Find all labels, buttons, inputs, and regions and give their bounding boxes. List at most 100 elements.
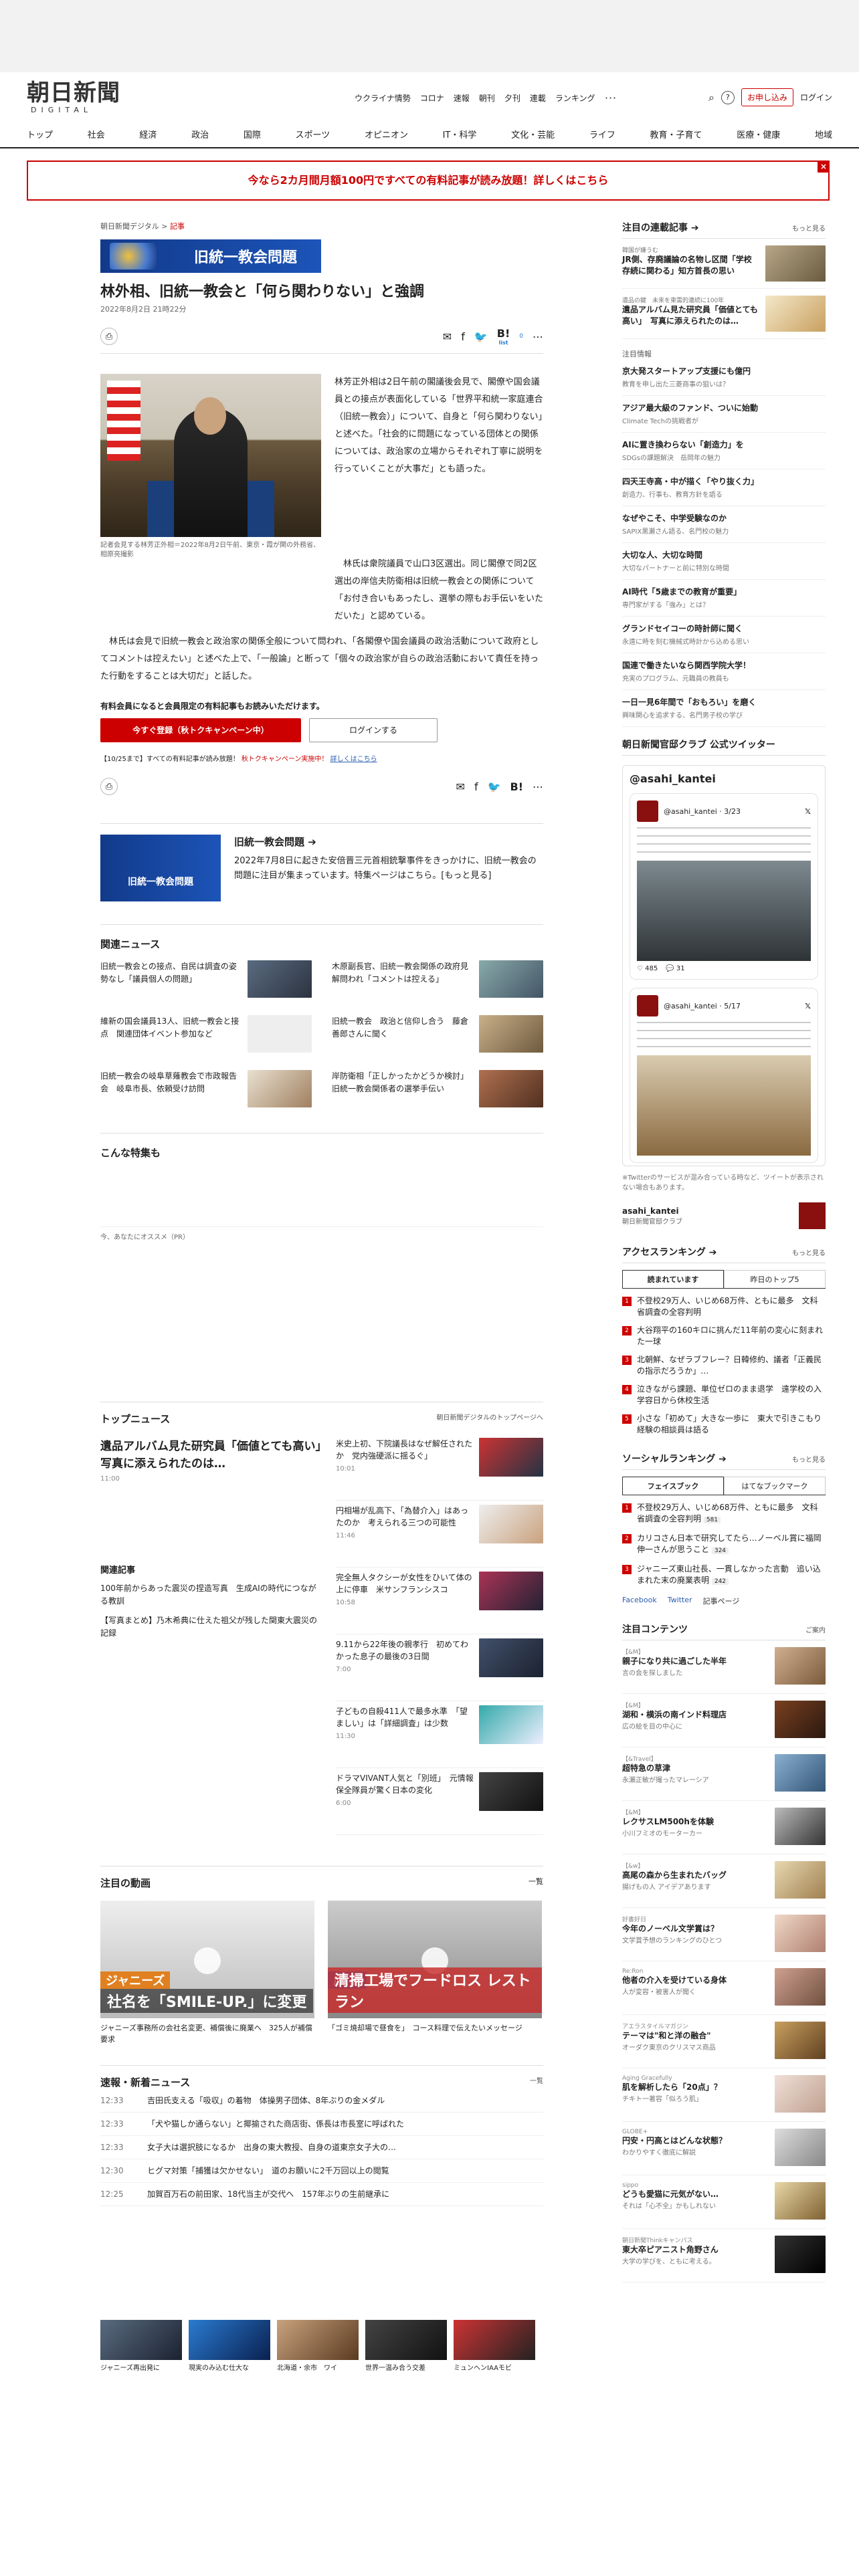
nav-opinion[interactable]: オピニオン [365, 128, 408, 140]
list-item[interactable]: 9.11から22年後の親孝行 初めてわかった息子の最後の3日間 7:00 [336, 1638, 543, 1701]
asahi-logo[interactable]: 朝日新聞 DIGITAL [27, 80, 120, 114]
hatena-bookmark-icon[interactable]: B! [510, 780, 524, 793]
list-item[interactable]: AIに置き換わらない「創造力」を SDGsの課題解決 岳岡年の魅力 [622, 433, 826, 469]
subscribe-button[interactable]: お申し込み [741, 88, 793, 106]
content-item[interactable]: sippo どうも愛猫に元気がない… それは「心不全」かもしれない [622, 2175, 826, 2229]
serial-title[interactable]: 注目の連載記事 ➔ [622, 221, 699, 234]
content-item[interactable]: 【&Travel】 超特急の草津 永瀬正敏が撮ったマレーシア [622, 1747, 826, 1801]
link-ranking[interactable]: ランキング [555, 92, 595, 104]
list-item[interactable]: 一日一見6年間で「おもろい」を磨く 興味関心を追求する、名門男子校の学び [622, 690, 826, 727]
video-more-link[interactable]: 一覧 [529, 1876, 543, 1890]
twitter-widget[interactable]: @asahi_kantei @asahi_kantei · 3/23 𝕏 ♡ 48… [622, 765, 826, 1166]
register-button[interactable]: 今すぐ登録（秋トクキャンペーン中） [100, 718, 301, 742]
ranking-item[interactable]: 4 泣きながら課題、単位ゼロのまま退学 遠学校の入学容日から休校生活 [622, 1384, 826, 1406]
facebook-icon[interactable]: f [461, 330, 465, 343]
nav-sports[interactable]: スポーツ [296, 128, 330, 140]
list-item[interactable]: 木原副長官、旧統一教会関係の政府見解問われ「コメントは控える」 [332, 960, 543, 1000]
ranking-item[interactable]: 2 カリコさん日本で研究してたら…ノーベル賞に福岡伸一さんが思うこと 324 [622, 1533, 826, 1557]
twitter-link[interactable]: Twitter [668, 1596, 692, 1606]
list-item[interactable]: 旧統一教会 政治と信仰し合う 藤倉善郎さんに聞く [332, 1015, 543, 1055]
content-item[interactable]: 【&w】 高尾の森から生まれたバッグ 揚げもの人 アイデアあります [622, 1854, 826, 1908]
tweet-card[interactable]: @asahi_kantei · 5/17 𝕏 [630, 988, 818, 1163]
content-item[interactable]: GLOBE+ 円安・円高とはどんな状態？ わかりやすく徹底に解説 [622, 2122, 826, 2175]
tweet-card[interactable]: @asahi_kantei · 3/23 𝕏 ♡ 485 💬 31 [630, 793, 818, 980]
social-more-link[interactable]: もっと見る [792, 1454, 826, 1464]
contents-more-link[interactable]: ご案内 [805, 1624, 826, 1634]
more-share-icon[interactable]: ⋯ [533, 330, 543, 343]
ranking-item[interactable]: 2 大谷翔平の160キロに挑んだ11年前の変心に刻まれた一球 [622, 1325, 826, 1348]
list-item[interactable]: なぜやこそ、中学受験なのか SAPIX黒瀬さん語る、名門校の魅力 [622, 506, 826, 543]
topic-title[interactable]: 旧統一教会問題 ➔ [234, 835, 543, 849]
list-item[interactable]: 完全無人タクシーが女性をひいて体の上に停車 米サンフランシスコ 10:58 [336, 1572, 543, 1634]
more-share-icon[interactable]: ⋯ [533, 780, 543, 793]
print-icon[interactable]: ⎙ [100, 778, 118, 795]
content-item[interactable]: 【&M】 親子になり共に過ごした半年 言の会を探しました [622, 1640, 826, 1694]
content-item[interactable]: アエラスタイルマガジン テーマは"和と洋の融合" オーダク東京のクリスマス商品 [622, 2015, 826, 2068]
top-news-lead[interactable]: 遺品アルバム見た研究員「価値とても高い」 写真に添えられたのは… [100, 1438, 332, 1473]
close-icon[interactable]: × [818, 160, 830, 173]
mail-icon[interactable]: ✉ [456, 780, 465, 793]
list-item[interactable]: グランドセイコーの時計師に聞く 永遠に時を刻む機械式時計から込める思い [622, 617, 826, 653]
link-choukan[interactable]: 朝刊 [479, 92, 495, 104]
video-card[interactable]: 広 島 清掃工場でフードロス レストラン 「ゴミ焼却場で昼食を」 コース料理で伝… [328, 1901, 542, 2045]
nav-culture[interactable]: 文化・芸能 [511, 128, 555, 140]
nav-life[interactable]: ライフ [589, 128, 615, 140]
news-row[interactable]: 12:30 ヒグマ対策「捕獲は欠かせない」 道のお願いに2千万回以上の閲覧 [100, 2159, 543, 2183]
list-item[interactable]: 旧統一教会の岐阜草薙教会で市政報告会 岐阜市長、依頼受け訪問 [100, 1070, 312, 1110]
list-item[interactable]: 京大発スタートアップ支援にも億円 教育を申し出た三菱商事の狙いは？ [622, 359, 826, 396]
news-row[interactable]: 12:33 「犬や猫しか通らない」と揶揄された商店街、係長は市長室に呼ばれた [100, 2113, 543, 2136]
ranking-item[interactable]: 1 不登校29万人、いじめ68万件、ともに最多 文科省調査の全容判明 581 [622, 1502, 826, 1526]
tab-facebook[interactable]: フェイスブック [622, 1477, 724, 1495]
facebook-link[interactable]: Facebook [622, 1596, 657, 1606]
content-item[interactable]: 【&M】 湖和・横浜の南インド料理店 広の絵を目の中心に [622, 1694, 826, 1747]
list-item[interactable]: 大切な人、大切な時間 大切なパートナーと前に特別な時間 [622, 543, 826, 580]
ranking-item[interactable]: 5 小さな「初めて」大きな一歩に 東大で引きこもり経験の相談員は語る [622, 1413, 826, 1436]
nav-it[interactable]: IT・科学 [443, 128, 477, 140]
play-icon[interactable] [194, 1947, 221, 1974]
reply-icon[interactable]: 💬 31 [666, 965, 684, 972]
breadcrumb-home[interactable]: 朝日新聞デジタル [100, 222, 159, 231]
nav-region[interactable]: 地域 [815, 128, 832, 140]
related-article-link[interactable]: 100年前からあった震災の捏造写真 生成AIの時代につながる教訓 [100, 1582, 321, 1608]
link-rensai[interactable]: 連載 [530, 92, 546, 104]
list-item[interactable]: 国連で働きたいなら関西学院大学！ 充実のプログラム、元職員の教員も [622, 653, 826, 690]
twitter-handle[interactable]: @asahi_kantei [630, 772, 818, 785]
thumbnail[interactable]: ジャニーズ再出発に [100, 2320, 182, 2372]
list-item[interactable]: 円相場が乱高下、「為替介入」はあったのか 考えられる三つの可能性 11:46 [336, 1505, 543, 1568]
article-photo[interactable] [100, 374, 321, 537]
access-ranking-title[interactable]: アクセスランキング ➔ [622, 1245, 717, 1259]
tab-hatena[interactable]: はてなブックマーク [724, 1477, 826, 1495]
ranking-item[interactable]: 3 ジャニーズ東山社長、一貫しなかった言動 追い込まれた末の廃業表明 242 [622, 1564, 826, 1588]
serial-item[interactable]: 遺品の鍵 未来を東需的連続に100年 遺品アルバム見た研究員「価値とても高い」 写… [622, 289, 826, 339]
search-icon[interactable]: ⌕ [708, 91, 714, 104]
nav-education[interactable]: 教育・子育て [650, 128, 702, 140]
access-more-link[interactable]: もっと見る [792, 1247, 826, 1257]
top-news-more-link[interactable]: 朝日新聞デジタルのトップページへ [436, 1412, 543, 1426]
list-item[interactable]: 岸防衛相「正しかったかどうか検討」 旧統一教会関係者の選挙手伝い [332, 1070, 543, 1110]
twitter-icon[interactable]: 🐦 [488, 780, 501, 793]
tab-read[interactable]: 読まれています [622, 1270, 724, 1288]
topic-tag-banner[interactable]: 旧統一教会問題 [100, 239, 321, 273]
facebook-icon[interactable]: f [474, 780, 478, 793]
login-button[interactable]: ログインする [309, 718, 438, 742]
link-ukraine[interactable]: ウクライナ情勢 [355, 92, 411, 104]
serial-item[interactable]: 韓国が嫌うむ JR側、存廃議論の名物し区間「学校存続に関わる」知方首長の思い [622, 239, 826, 289]
link-corona[interactable]: コロナ [420, 92, 444, 104]
content-item[interactable]: 【&M】 レクサスLM500hを体験 小川フミオのモーターカー [622, 1801, 826, 1854]
account-card[interactable]: asahi_kantei 朝日新聞官邸クラブ [622, 1202, 826, 1229]
breaking-more-link[interactable]: 一覧 [530, 2075, 543, 2089]
thumbnail[interactable]: 現実のみ込む仕大な [189, 2320, 270, 2372]
topic-block[interactable]: 旧統一教会問題 旧統一教会問題 ➔ 2022年7月8日に起きた安倍晋三元首相銃撃… [100, 823, 543, 901]
nav-top[interactable]: トップ [27, 128, 53, 140]
list-item[interactable]: 子どもの自殺411人で最多水準 「望ましい」は「詳細調査」は少数 11:30 [336, 1705, 543, 1768]
news-row[interactable]: 12:25 加賀百万石の前田家、18代当主が交代へ 157年ぶりの生前継承に [100, 2183, 543, 2206]
tab-yesterday[interactable]: 昨日のトップ5 [724, 1270, 826, 1288]
campaign-link[interactable]: 詳しくはこちら [330, 756, 377, 763]
serial-more-link[interactable]: もっと見る [792, 223, 826, 233]
list-item[interactable]: 米史上初、下院議長はなぜ解任されたか 党内強硬派に揺るぐ」 10:01 [336, 1438, 543, 1501]
mail-icon[interactable]: ✉ [443, 330, 452, 343]
nav-international[interactable]: 国際 [244, 128, 261, 140]
related-article-link[interactable]: 【写真まとめ】乃木希典に仕えた祖父が残した関東大震災の記録 [100, 1614, 321, 1640]
thumbnail[interactable]: 北海道・余市 ワイ [277, 2320, 359, 2372]
more-menu-icon[interactable]: ･･･ [604, 92, 616, 104]
